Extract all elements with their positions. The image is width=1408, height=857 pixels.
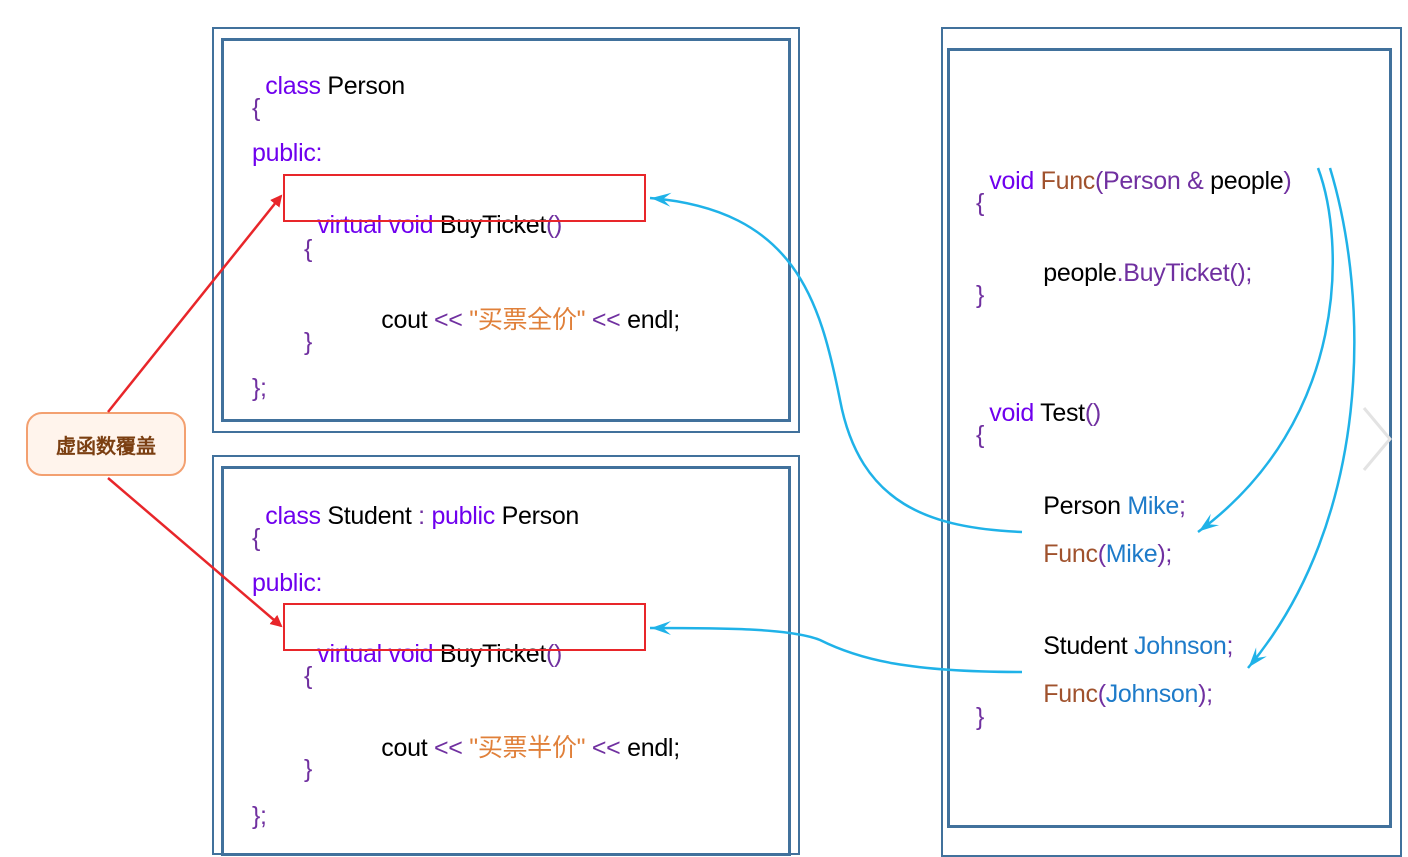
blue-arrow-people-to-johnson <box>1247 167 1356 669</box>
chevron-right-icon[interactable] <box>1360 404 1396 474</box>
red-arrow-to-student <box>107 477 283 628</box>
blue-arrow-people-to-mike <box>1197 167 1334 534</box>
arrows-overlay <box>107 167 1356 674</box>
blue-arrow-johnson-to-student <box>649 621 1023 674</box>
blue-arrow-mike-to-person <box>649 192 1023 534</box>
red-arrow-to-person <box>107 194 283 413</box>
